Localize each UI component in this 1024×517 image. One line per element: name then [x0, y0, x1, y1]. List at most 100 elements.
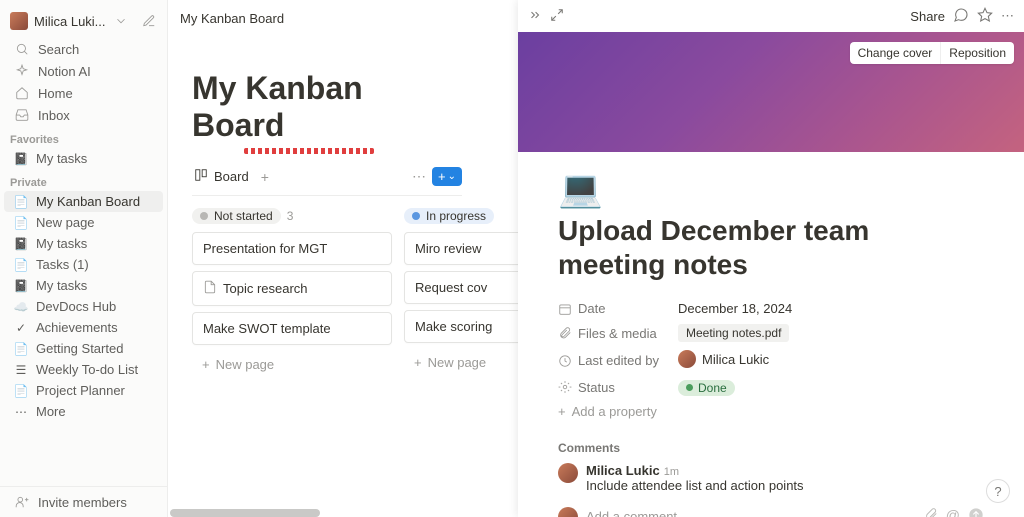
user-name: Milica Lukic — [702, 352, 769, 367]
page-devdocs-hub[interactable]: ☁️ DevDocs Hub — [4, 296, 163, 317]
comment-time: 1m — [664, 466, 679, 478]
status-badge[interactable]: Done — [678, 380, 735, 396]
avatar — [558, 463, 578, 483]
spellcheck-underline — [244, 148, 374, 154]
kanban-card[interactable]: Topic research — [192, 271, 392, 306]
close-panel-icon[interactable] — [528, 8, 542, 25]
page-cover[interactable]: Change cover Reposition — [518, 32, 1024, 152]
new-page-label: New page — [428, 355, 487, 370]
page-label: Project Planner — [36, 383, 125, 398]
more-icon[interactable]: ⋯ — [1001, 8, 1014, 24]
attach-icon[interactable] — [924, 507, 938, 517]
help-button[interactable]: ? — [986, 479, 1010, 503]
nav-label: Home — [38, 86, 73, 101]
card-title: Request cov — [415, 280, 487, 295]
nav-search[interactable]: Search — [4, 38, 163, 60]
property-status[interactable]: Status Done — [558, 375, 984, 400]
card-title: Topic research — [223, 281, 308, 296]
workspace-switcher[interactable]: Milica Luki... — [0, 8, 167, 34]
check-icon: ✓ — [14, 321, 28, 335]
change-cover-button[interactable]: Change cover — [850, 42, 941, 64]
new-item-button[interactable]: +⌄ — [432, 167, 462, 186]
page-emoji: ☁️ — [14, 300, 28, 314]
mention-icon[interactable]: @ — [946, 507, 960, 517]
page-label: Getting Started — [36, 341, 123, 356]
property-files[interactable]: Files & media Meeting notes.pdf — [558, 320, 984, 346]
kanban-card[interactable]: Presentation for MGT — [192, 232, 392, 265]
add-prop-label: Add a property — [572, 404, 657, 419]
file-attachment[interactable]: Meeting notes.pdf — [678, 324, 789, 342]
add-view-icon[interactable]: + — [261, 169, 269, 185]
view-tab-board[interactable]: Board — [192, 164, 251, 189]
nav-notion-ai[interactable]: Notion AI — [4, 60, 163, 82]
comment-input[interactable] — [586, 509, 916, 517]
plus-icon: + — [202, 357, 210, 372]
scrollbar[interactable] — [170, 509, 320, 517]
page-label: DevDocs Hub — [36, 299, 116, 314]
favorite-my-tasks[interactable]: 📓My tasks — [4, 148, 163, 169]
breadcrumb-text: My Kanban Board — [180, 11, 284, 26]
kanban-card[interactable]: Make SWOT template — [192, 312, 392, 345]
page-project-planner[interactable]: 📄 Project Planner — [4, 380, 163, 401]
view-tabs: Board + ⋯ +⌄ — [192, 164, 462, 196]
page-emoji: 📓 — [14, 237, 28, 251]
plus-icon: + — [558, 404, 566, 419]
nav-home[interactable]: Home — [4, 82, 163, 104]
plus-icon: + — [414, 355, 422, 370]
comment-item: Milica Lukic1m Include attendee list and… — [558, 463, 984, 493]
doc-icon — [203, 280, 217, 297]
page-emoji: 📄 — [14, 216, 28, 230]
user-avatar — [10, 12, 28, 30]
favorite-icon[interactable] — [977, 7, 993, 26]
add-property-button[interactable]: + Add a property — [558, 400, 984, 423]
share-button[interactable]: Share — [910, 9, 945, 24]
column-header[interactable]: Not started 3 — [192, 208, 392, 224]
page-emoji[interactable]: 💻 — [558, 168, 984, 210]
page-title[interactable]: My Kanban Board — [192, 70, 462, 144]
page-label: Weekly To-do List — [36, 362, 138, 377]
breadcrumb[interactable]: My Kanban Board — [168, 0, 518, 36]
kanban-board: Not started 3 Presentation for MGT Topic… — [192, 208, 462, 378]
page-kanban-board[interactable]: 📄My Kanban Board — [4, 191, 163, 212]
property-date[interactable]: Date December 18, 2024 — [558, 297, 984, 320]
card-title: Make SWOT template — [203, 321, 331, 336]
people-icon — [14, 494, 30, 510]
page-label: Achievements — [36, 320, 118, 335]
invite-label: Invite members — [38, 495, 127, 510]
page-getting-started[interactable]: 📄 Getting Started — [4, 338, 163, 359]
card-title: Make scoring — [415, 319, 492, 334]
property-last-edited[interactable]: Last edited by Milica Lukic — [558, 346, 984, 375]
page-weekly-todo[interactable]: ☰Weekly To-do List — [4, 359, 163, 380]
page-achievements[interactable]: ✓ Achievements — [4, 317, 163, 338]
page-emoji: 📄 — [14, 342, 28, 356]
page-label: Tasks (1) — [36, 257, 89, 272]
page-tasks-1[interactable]: 📄Tasks (1) — [4, 254, 163, 275]
page-emoji: 📄 — [14, 384, 28, 398]
page-new-page[interactable]: 📄New page — [4, 212, 163, 233]
page-label: My tasks — [36, 278, 87, 293]
expand-icon[interactable] — [550, 8, 564, 25]
page-my-tasks-1[interactable]: 📓My tasks — [4, 233, 163, 254]
invite-members[interactable]: Invite members — [4, 491, 163, 513]
comment-author: Milica Lukic — [586, 463, 660, 478]
status-dot-icon — [200, 212, 208, 220]
nav-label: Inbox — [38, 108, 70, 123]
nav-inbox[interactable]: Inbox — [4, 104, 163, 126]
column-name: Not started — [214, 209, 273, 223]
compose-icon[interactable] — [141, 13, 157, 29]
panel-title[interactable]: Upload December team meeting notes — [558, 214, 984, 281]
comment-icon[interactable] — [953, 7, 969, 26]
new-page-button[interactable]: +New page — [192, 351, 392, 378]
page-my-tasks-2[interactable]: 📓My tasks — [4, 275, 163, 296]
view-more-icon[interactable]: ⋯ — [412, 168, 426, 185]
nav-more[interactable]: ⋯More — [4, 401, 163, 422]
prop-label-text: Date — [578, 301, 605, 316]
reposition-button[interactable]: Reposition — [940, 42, 1014, 64]
chevron-down-icon — [113, 13, 129, 29]
chevron-down-icon: ⌄ — [448, 171, 456, 182]
page-label: My Kanban Board — [36, 194, 140, 209]
sparkle-icon — [14, 63, 30, 79]
paperclip-icon — [558, 326, 572, 340]
search-icon — [14, 41, 30, 57]
send-icon[interactable] — [968, 507, 984, 517]
